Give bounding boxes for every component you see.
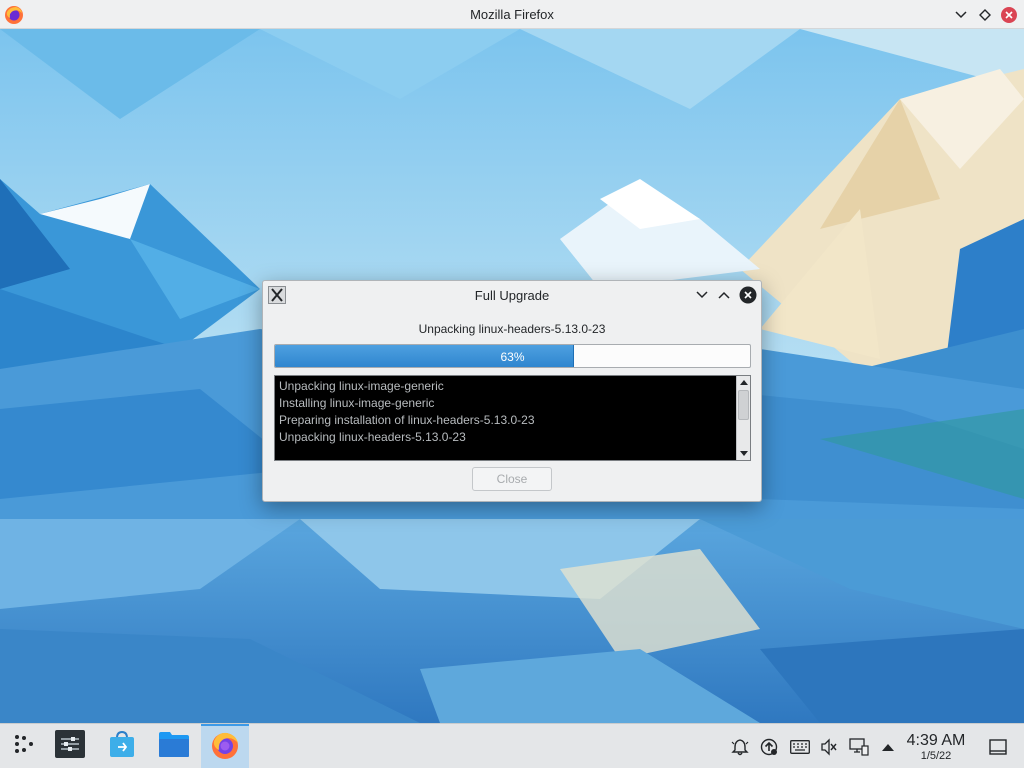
update-icon[interactable] — [758, 736, 780, 758]
scroll-down-arrow-icon[interactable] — [737, 447, 750, 460]
keyboard-icon[interactable] — [789, 736, 811, 758]
dialog-minimize-button[interactable] — [692, 285, 712, 305]
log-line: Unpacking linux-headers-5.13.0-23 — [279, 430, 466, 444]
window-title: Mozilla Firefox — [470, 6, 554, 22]
close-window-button[interactable] — [999, 5, 1019, 25]
notifications-icon[interactable] — [729, 736, 751, 758]
dialog-maximize-button[interactable] — [714, 285, 734, 305]
taskbar-system-settings[interactable] — [46, 724, 94, 768]
volume-muted-icon[interactable] — [818, 736, 840, 758]
dialog-title: Full Upgrade — [474, 288, 550, 303]
firefox-icon — [210, 730, 240, 765]
scrollbar-thumb[interactable] — [738, 390, 749, 420]
log-line: Installing linux-image-generic — [279, 396, 435, 410]
application-launcher-button[interactable] — [0, 724, 48, 768]
show-desktop-icon[interactable] — [987, 736, 1009, 758]
expand-tray-icon[interactable] — [877, 736, 899, 758]
maximize-button[interactable] — [975, 5, 995, 25]
log-line: Preparing installation of linux-headers-… — [279, 413, 535, 427]
network-icon[interactable] — [848, 736, 870, 758]
close-button[interactable]: Close — [472, 467, 552, 491]
taskbar-dolphin[interactable] — [150, 724, 198, 768]
full-upgrade-dialog: Full Upgrade Unpacking linux-headers-5.1… — [262, 280, 762, 502]
log-lines: Unpacking linux-image-generic Installing … — [279, 378, 734, 446]
progress-label: 63% — [500, 350, 525, 364]
digital-clock[interactable]: 4:39 AM 1/5/22 — [900, 732, 972, 763]
upgrade-status-label: Unpacking linux-headers-5.13.0-23 — [418, 322, 606, 336]
taskbar-discover[interactable] — [98, 724, 146, 768]
log-line: Unpacking linux-image-generic — [279, 379, 444, 393]
scroll-up-arrow-icon[interactable] — [737, 376, 750, 389]
store-bag-icon — [109, 730, 135, 763]
folder-icon — [159, 731, 189, 762]
launcher-icon — [12, 732, 36, 761]
window-titlebar: Mozilla Firefox — [0, 0, 1024, 29]
clock-time: 4:39 AM — [906, 732, 966, 749]
upgrade-progress-bar: 63% — [274, 344, 751, 368]
taskbar-firefox[interactable] — [201, 724, 249, 768]
taskbar: 4:39 AM 1/5/22 — [0, 723, 1024, 768]
dialog-close-button[interactable] — [738, 285, 758, 305]
firefox-icon[interactable] — [4, 5, 24, 25]
log-scrollbar[interactable] — [736, 376, 750, 460]
clock-date: 1/5/22 — [920, 750, 952, 762]
settings-sliders-icon — [55, 730, 85, 763]
minimize-button[interactable] — [951, 5, 971, 25]
upgrade-log-terminal[interactable]: Unpacking linux-image-generic Installing … — [274, 375, 751, 461]
dialog-titlebar: Full Upgrade — [263, 281, 761, 309]
